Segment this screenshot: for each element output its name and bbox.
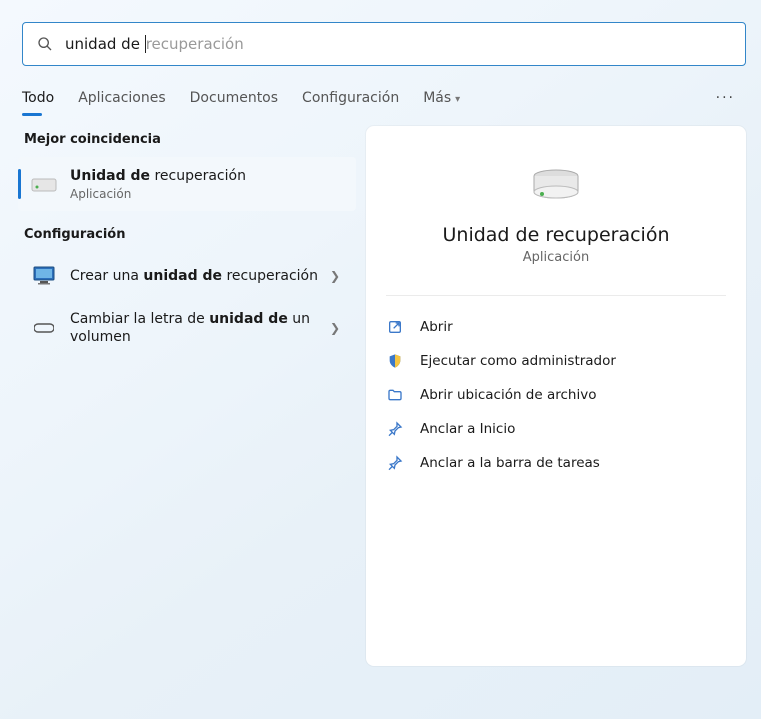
monitor-icon xyxy=(30,262,58,290)
shield-icon xyxy=(386,352,404,370)
section-configuration: Configuración xyxy=(18,221,356,252)
open-icon xyxy=(386,318,404,336)
result-recovery-drive[interactable]: Unidad de recuperación Aplicación xyxy=(18,157,356,211)
search-input-text: unidad de recuperación xyxy=(65,35,244,54)
preview-pane: Unidad de recuperación Aplicación Abrir xyxy=(366,126,746,666)
result-subtitle: Aplicación xyxy=(70,187,344,201)
chevron-right-icon: ❯ xyxy=(326,321,344,335)
search-icon xyxy=(37,36,53,52)
folder-icon xyxy=(386,386,404,404)
action-label: Abrir ubicación de archivo xyxy=(420,387,596,403)
action-label: Ejecutar como administrador xyxy=(420,353,616,369)
tab-apps[interactable]: Aplicaciones xyxy=(78,84,165,112)
pin-icon xyxy=(386,454,404,472)
action-label: Abrir xyxy=(420,319,453,335)
result-title: Unidad de recuperación xyxy=(70,167,344,185)
options-button[interactable]: ··· xyxy=(712,86,739,110)
action-open[interactable]: Abrir xyxy=(376,310,736,344)
action-open-file-location[interactable]: Abrir ubicación de archivo xyxy=(376,378,736,412)
section-best-match: Mejor coincidencia xyxy=(18,126,356,157)
disk-icon xyxy=(30,314,58,342)
tab-all[interactable]: Todo xyxy=(22,84,54,112)
search-bar[interactable]: unidad de recuperación xyxy=(22,22,746,66)
result-title: Cambiar la letra de unidad de un volumen xyxy=(70,310,326,346)
pin-icon xyxy=(386,420,404,438)
result-change-drive-letter[interactable]: Cambiar la letra de unidad de un volumen… xyxy=(18,300,356,356)
preview-title: Unidad de recuperación xyxy=(443,224,670,246)
action-run-as-admin[interactable]: Ejecutar como administrador xyxy=(376,344,736,378)
filter-tabs: Todo Aplicaciones Documentos Configuraci… xyxy=(0,66,761,112)
tab-more[interactable]: Más▾ xyxy=(423,84,460,112)
action-label: Anclar a la barra de tareas xyxy=(420,455,600,471)
tab-settings[interactable]: Configuración xyxy=(302,84,399,112)
tab-documents[interactable]: Documentos xyxy=(190,84,278,112)
result-title: Crear una unidad de recuperación xyxy=(70,267,326,285)
preview-subtitle: Aplicación xyxy=(523,250,589,265)
result-create-recovery-drive[interactable]: Crear una unidad de recuperación ❯ xyxy=(18,252,356,300)
action-pin-to-taskbar[interactable]: Anclar a la barra de tareas xyxy=(376,446,736,480)
chevron-right-icon: ❯ xyxy=(326,269,344,283)
action-pin-to-start[interactable]: Anclar a Inicio xyxy=(376,412,736,446)
divider xyxy=(386,295,726,296)
drive-icon xyxy=(30,170,58,198)
chevron-down-icon: ▾ xyxy=(455,94,460,105)
action-label: Anclar a Inicio xyxy=(420,421,515,437)
drive-icon-large xyxy=(528,166,584,206)
